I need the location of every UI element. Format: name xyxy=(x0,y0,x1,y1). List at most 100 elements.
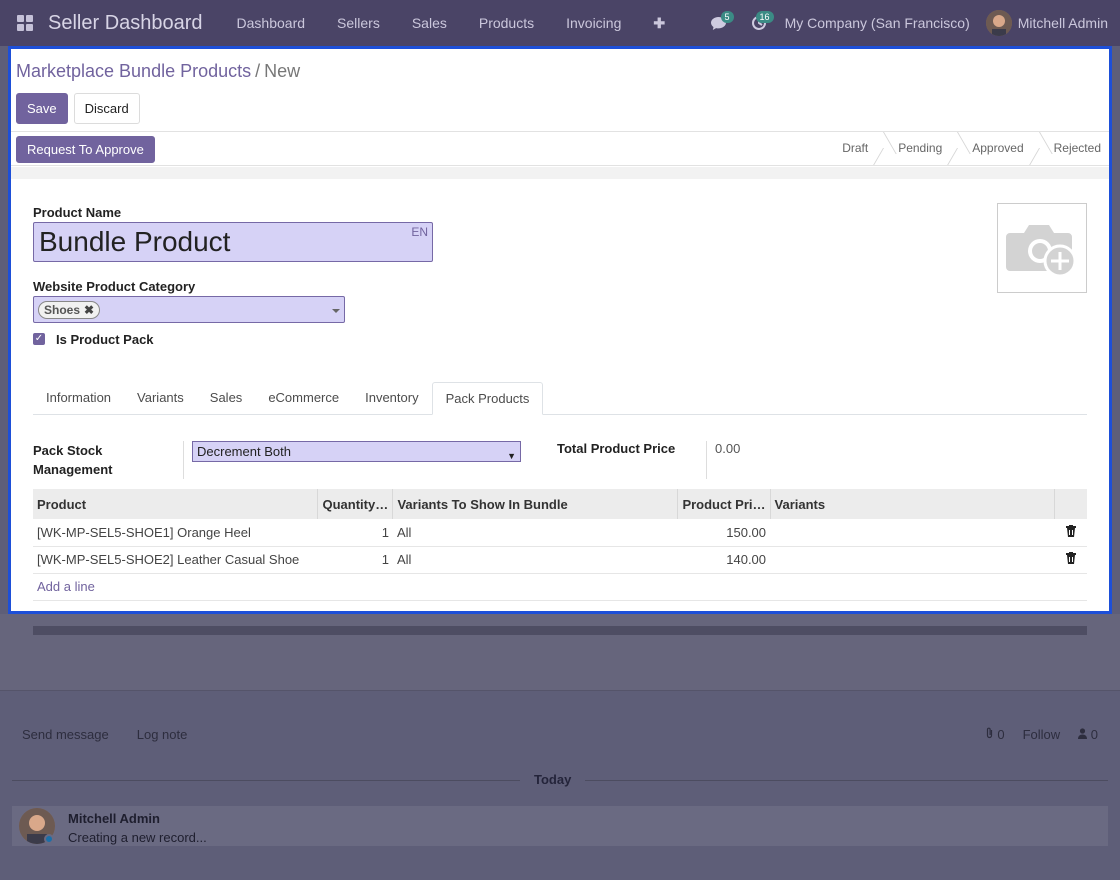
form-view: Marketplace Bundle Products / New Save Dis… xyxy=(8,46,1112,614)
product-name-label: Product Name xyxy=(33,205,122,220)
attachments-button[interactable]: 0 xyxy=(985,727,1005,742)
table-row[interactable]: [WK-MP-SEL5-SHOE2] Leather Casual Shoe 1… xyxy=(33,546,1087,574)
add-a-line-link[interactable]: Add a line xyxy=(37,579,95,594)
paperclip-icon xyxy=(986,727,992,738)
cell-quantity[interactable]: 1 xyxy=(317,519,393,547)
online-status-icon xyxy=(44,834,54,844)
is-product-pack-checkbox[interactable]: ✓ xyxy=(33,333,45,345)
language-toggle[interactable]: EN xyxy=(411,225,428,239)
request-to-approve-button[interactable]: Request To Approve xyxy=(16,136,155,163)
stage-draft[interactable]: Draft xyxy=(820,132,876,165)
tab-information[interactable]: Information xyxy=(33,382,124,414)
followers-count: 0 xyxy=(1090,726,1098,742)
dropdown-caret-icon[interactable] xyxy=(332,309,340,313)
menu-item-sales[interactable]: Sales xyxy=(396,15,463,32)
tag-remove-icon[interactable]: ✖ xyxy=(84,303,94,317)
category-tag-label: Shoes xyxy=(44,303,81,317)
col-header-variants-to-show[interactable]: Variants To Show In Bundle xyxy=(392,489,679,519)
user-avatar[interactable] xyxy=(985,10,1012,36)
product-name-input[interactable]: Bundle Product EN xyxy=(33,222,433,262)
cell-variants-to-show[interactable]: All xyxy=(392,519,678,547)
col-header-variants[interactable]: Variants xyxy=(770,489,1056,519)
product-image-upload[interactable] xyxy=(997,203,1087,293)
menu-item-products[interactable]: Products xyxy=(463,15,550,32)
breadcrumb-separator: / xyxy=(255,61,261,81)
tab-pack-products[interactable]: Pack Products xyxy=(431,382,544,415)
main-menu: Dashboard Sellers Sales Products Invoici… xyxy=(221,15,682,32)
company-switcher[interactable]: My Company (San Francisco) xyxy=(785,15,970,31)
breadcrumb-parent[interactable]: Marketplace Bundle Products xyxy=(16,61,251,81)
select-caret-icon: ▼ xyxy=(507,451,516,461)
activities-clock-icon[interactable]: 16 xyxy=(739,0,779,46)
tab-sales[interactable]: Sales xyxy=(197,382,256,414)
col-header-quantity[interactable]: Quantity… xyxy=(317,489,394,519)
table-row[interactable]: [WK-MP-SEL5-SHOE1] Orange Heel 1 All 150… xyxy=(33,519,1087,547)
user-icon xyxy=(1078,727,1088,739)
message-author[interactable]: Mitchell Admin xyxy=(68,811,160,826)
status-bar: Request To Approve Draft Pending Approve… xyxy=(11,132,1109,166)
menu-item-dashboard[interactable]: Dashboard xyxy=(221,15,322,32)
website-category-label: Website Product Category xyxy=(33,279,196,294)
form-sheet: Product Name Bundle Product EN Website P… xyxy=(11,179,1109,611)
col-header-actions xyxy=(1054,489,1087,519)
field-divider xyxy=(706,441,707,479)
menu-item-sellers[interactable]: Sellers xyxy=(321,15,396,32)
send-message-button[interactable]: Send message xyxy=(22,727,109,742)
follow-button[interactable]: Follow xyxy=(1023,727,1061,742)
cell-product[interactable]: [WK-MP-SEL5-SHOE1] Orange Heel xyxy=(33,519,318,547)
tab-inventory[interactable]: Inventory xyxy=(352,382,431,414)
website-category-input[interactable]: Shoes ✖ xyxy=(33,296,345,323)
cell-product-price[interactable]: 150.00 xyxy=(677,519,771,547)
cell-product-price[interactable]: 140.00 xyxy=(677,546,771,574)
menu-item-invoicing[interactable]: Invoicing xyxy=(550,15,637,32)
save-button[interactable]: Save xyxy=(16,93,68,124)
app-brand[interactable]: Seller Dashboard xyxy=(48,12,203,35)
background-divider xyxy=(33,626,1087,635)
cell-quantity[interactable]: 1 xyxy=(317,546,393,574)
cell-variants[interactable] xyxy=(770,546,1055,574)
field-divider xyxy=(183,441,184,479)
cell-product[interactable]: [WK-MP-SEL5-SHOE2] Leather Casual Shoe xyxy=(33,546,318,574)
delete-row-icon[interactable] xyxy=(1054,546,1087,574)
activities-count-badge: 16 xyxy=(755,11,774,23)
chatter-topbar: Send message Log note 0 Follow 0 xyxy=(0,704,1120,764)
total-product-price-label: Total Product Price xyxy=(557,441,676,456)
chatter-message: Mitchell Admin Creating a new record... xyxy=(12,806,1108,846)
col-header-product-price[interactable]: Product Pri… xyxy=(677,489,771,519)
camera-plus-icon xyxy=(1006,225,1077,278)
is-product-pack-label: Is Product Pack xyxy=(56,332,154,347)
cell-variants[interactable] xyxy=(770,519,1055,547)
delete-row-icon[interactable] xyxy=(1054,519,1087,547)
stage-pending[interactable]: Pending xyxy=(876,132,950,165)
systray: 5 16 My Company (San Francisco) Mitchell… xyxy=(699,0,1120,46)
apps-menu-icon[interactable] xyxy=(17,15,33,31)
top-navbar: Seller Dashboard Dashboard Sellers Sales… xyxy=(0,0,1120,46)
product-name-value: Bundle Product xyxy=(39,226,231,257)
date-separator: Today xyxy=(520,772,586,787)
user-menu[interactable]: Mitchell Admin xyxy=(1018,15,1108,31)
stage-approved[interactable]: Approved xyxy=(950,132,1031,165)
chatter: Send message Log note 0 Follow 0 Today M… xyxy=(0,704,1120,880)
breadcrumb-current: New xyxy=(264,61,301,81)
pack-stock-management-label: Pack Stock Management xyxy=(33,443,113,477)
cell-variants-to-show[interactable]: All xyxy=(392,546,678,574)
pack-products-table: Product Quantity… Variants To Show In Bu… xyxy=(33,489,1087,601)
messages-icon[interactable]: 5 xyxy=(699,0,739,46)
discard-button[interactable]: Discard xyxy=(73,93,140,124)
log-note-button[interactable]: Log note xyxy=(137,727,188,742)
col-header-product[interactable]: Product xyxy=(33,489,319,519)
notebook-tabs: Information Variants Sales eCommerce Inv… xyxy=(33,382,1087,415)
attachments-count: 0 xyxy=(997,726,1005,742)
tab-ecommerce[interactable]: eCommerce xyxy=(255,382,352,414)
stage-rejected[interactable]: Rejected xyxy=(1032,132,1109,165)
pack-stock-management-select[interactable]: Decrement Both ▼ xyxy=(192,441,521,462)
add-line-row: Add a line xyxy=(33,573,1087,601)
tab-variants[interactable]: Variants xyxy=(124,382,197,414)
followers-button[interactable]: 0 xyxy=(1078,727,1098,742)
sheet-background: Product Name Bundle Product EN Website P… xyxy=(11,167,1109,611)
messages-count-badge: 5 xyxy=(720,11,734,23)
category-tag-shoes: Shoes ✖ xyxy=(38,301,101,319)
total-product-price-value: 0.00 xyxy=(715,441,741,456)
control-panel: Marketplace Bundle Products / New Save Dis… xyxy=(11,49,1109,132)
plus-icon[interactable]: ✚ xyxy=(637,15,681,32)
